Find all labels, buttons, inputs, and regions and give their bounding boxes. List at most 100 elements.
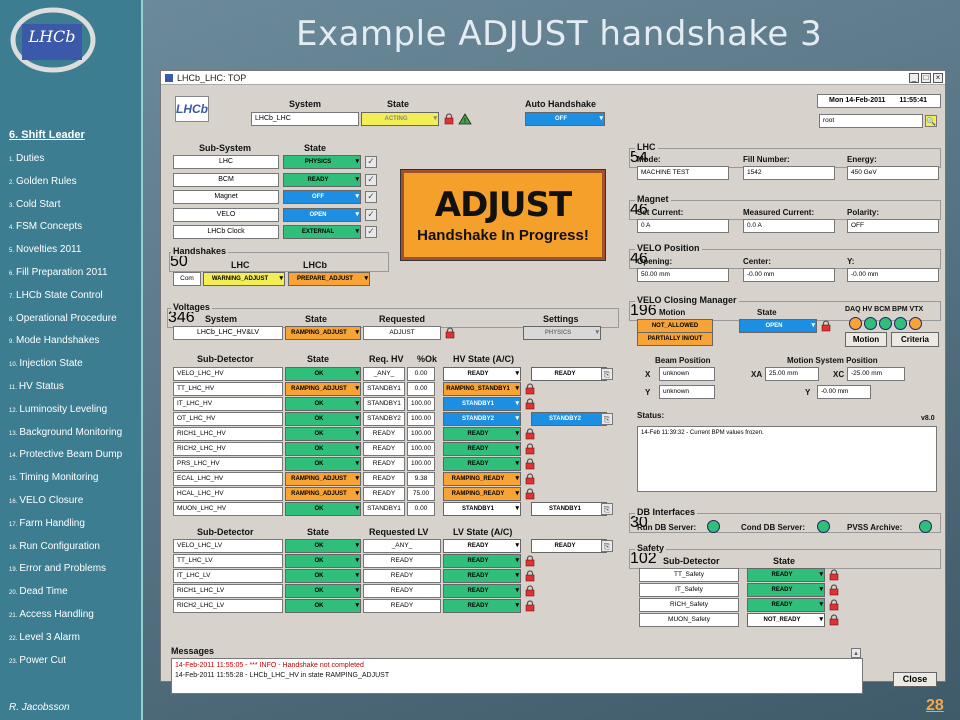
- hv-state-a-dropdown[interactable]: RAMPING_STANDBY1: [443, 382, 521, 396]
- lock-icon[interactable]: [829, 569, 839, 581]
- hv-state-dropdown[interactable]: OK: [285, 412, 361, 426]
- hv-state-a-dropdown[interactable]: RAMPING_READY: [443, 487, 521, 501]
- hv-state-dropdown[interactable]: OK: [285, 397, 361, 411]
- lv-state-dropdown[interactable]: OK: [285, 554, 361, 568]
- hv-state-dropdown[interactable]: RAMPING_ADJUST: [285, 382, 361, 396]
- hv-state-dropdown[interactable]: OK: [285, 457, 361, 471]
- lv-state-a-dropdown[interactable]: READY: [443, 584, 521, 598]
- lv-state-dropdown[interactable]: OK: [285, 539, 361, 553]
- subsystem-state-dropdown[interactable]: PHYSICS: [283, 155, 361, 169]
- nav-item[interactable]: 15. Timing Monitoring: [9, 472, 98, 483]
- hv-state-dropdown[interactable]: RAMPING_ADJUST: [285, 487, 361, 501]
- system-state-dropdown[interactable]: ACTING: [361, 112, 439, 126]
- safety-state-dropdown[interactable]: NOT_READY: [747, 613, 825, 627]
- nav-item[interactable]: 5. Novelties 2011: [9, 244, 81, 255]
- nav-item[interactable]: 14. Protective Beam Dump: [9, 449, 122, 460]
- lv-state-a-dropdown[interactable]: READY: [443, 569, 521, 583]
- hv-state-c-dropdown[interactable]: STANDBY2: [531, 412, 607, 426]
- nav-item[interactable]: 23. Power Cut: [9, 655, 66, 666]
- nav-item[interactable]: 1. Duties: [9, 153, 44, 164]
- lock-icon[interactable]: [829, 599, 839, 611]
- check-icon[interactable]: ✓: [365, 156, 377, 168]
- lock-icon[interactable]: [829, 614, 839, 626]
- nav-item[interactable]: 3. Cold Start: [9, 199, 60, 210]
- safety-state-dropdown[interactable]: READY: [747, 583, 825, 597]
- volt-settings-dropdown[interactable]: PHYSICS: [523, 326, 601, 340]
- nav-item[interactable]: 11. HV Status: [9, 381, 64, 392]
- hv-state-dropdown[interactable]: OK: [285, 427, 361, 441]
- lv-state-c-dropdown[interactable]: READY: [531, 539, 607, 553]
- hv-state-a-dropdown[interactable]: STANDBY2: [443, 412, 521, 426]
- nav-item[interactable]: 9. Mode Handshakes: [9, 335, 99, 346]
- lock-icon[interactable]: [525, 488, 535, 500]
- search-icon[interactable]: 🔍: [925, 115, 937, 127]
- check-icon[interactable]: ✓: [365, 191, 377, 203]
- lock-icon[interactable]: [525, 458, 535, 470]
- check-icon[interactable]: ✓: [365, 208, 377, 221]
- hv-state-c-dropdown[interactable]: READY: [531, 367, 607, 381]
- hv-state-c-dropdown[interactable]: STANDBY1: [531, 502, 607, 516]
- nav-item[interactable]: 6. Fill Preparation 2011: [9, 267, 108, 278]
- lock-icon[interactable]: [525, 383, 535, 395]
- vcm-criteria-button[interactable]: Criteria: [891, 332, 939, 347]
- maximize-button[interactable]: □: [921, 72, 931, 83]
- nav-item[interactable]: 12. Luminosity Leveling: [9, 404, 107, 415]
- lv-state-a-dropdown[interactable]: READY: [443, 599, 521, 613]
- lock-icon[interactable]: [525, 398, 535, 410]
- nav-item[interactable]: 4. FSM Concepts: [9, 221, 82, 232]
- hv-state-a-dropdown[interactable]: STANDBY1: [443, 502, 521, 516]
- panel-open-icon[interactable]: ⎘: [601, 413, 613, 425]
- hv-state-a-dropdown[interactable]: READY: [443, 367, 521, 381]
- messages-box[interactable]: 14-Feb-2011 11:55:05 - *** INFO - Handsh…: [171, 658, 863, 694]
- hv-state-a-dropdown[interactable]: READY: [443, 442, 521, 456]
- hv-state-a-dropdown[interactable]: READY: [443, 457, 521, 471]
- lock-icon[interactable]: [525, 570, 535, 582]
- check-icon[interactable]: ✓: [365, 173, 377, 186]
- nav-item[interactable]: 18. Run Configuration: [9, 541, 100, 552]
- close-window-button[interactable]: ×: [933, 72, 943, 83]
- lv-state-dropdown[interactable]: OK: [285, 584, 361, 598]
- nav-item[interactable]: 13. Background Monitoring: [9, 427, 122, 438]
- hv-state-a-dropdown[interactable]: RAMPING_READY: [443, 472, 521, 486]
- nav-item[interactable]: 17. Farm Handling: [9, 518, 85, 529]
- subsystem-state-dropdown[interactable]: READY: [283, 172, 361, 187]
- nav-item[interactable]: 8. Operational Procedure: [9, 313, 117, 324]
- lock-icon[interactable]: [445, 327, 455, 339]
- lock-icon[interactable]: [821, 320, 831, 332]
- safety-state-dropdown[interactable]: READY: [747, 598, 825, 612]
- panel-open-icon[interactable]: ⎘: [601, 540, 613, 552]
- lv-state-a-dropdown[interactable]: READY: [443, 539, 521, 553]
- handshake-lhc-dropdown[interactable]: WARNING_ADJUST: [203, 272, 285, 286]
- nav-item[interactable]: 16. VELO Closure: [9, 495, 83, 506]
- nav-item[interactable]: 7. LHCb State Control: [9, 290, 103, 301]
- vcm-motion-button[interactable]: Motion: [845, 332, 887, 347]
- lock-icon[interactable]: [525, 600, 535, 612]
- vcm-state-dropdown[interactable]: OPEN: [739, 319, 817, 333]
- panel-open-icon[interactable]: ⎘: [601, 368, 613, 380]
- close-button[interactable]: Close: [893, 672, 937, 687]
- subsystem-state-dropdown[interactable]: EXTERNAL: [283, 225, 361, 239]
- nav-item[interactable]: 22. Level 3 Alarm: [9, 632, 80, 643]
- panel-open-icon[interactable]: ⎘: [601, 503, 613, 515]
- lock-icon[interactable]: [525, 443, 535, 455]
- handshake-lhcb-dropdown[interactable]: PREPARE_ADJUST: [288, 272, 370, 286]
- subsystem-state-dropdown[interactable]: OPEN: [283, 207, 361, 222]
- nav-item[interactable]: 19. Error and Problems: [9, 563, 106, 574]
- lv-state-dropdown[interactable]: OK: [285, 569, 361, 583]
- hv-state-dropdown[interactable]: OK: [285, 502, 361, 516]
- minimize-button[interactable]: _: [909, 72, 919, 83]
- lv-state-a-dropdown[interactable]: READY: [443, 554, 521, 568]
- hv-state-a-dropdown[interactable]: READY: [443, 427, 521, 441]
- scroll-up-icon[interactable]: ▴: [851, 648, 861, 658]
- lock-icon[interactable]: [525, 473, 535, 485]
- lv-state-dropdown[interactable]: OK: [285, 599, 361, 613]
- check-icon[interactable]: ✓: [365, 226, 377, 238]
- nav-item[interactable]: 2. Golden Rules: [9, 176, 77, 187]
- nav-item[interactable]: 20. Dead Time: [9, 586, 68, 597]
- nav-item[interactable]: 10. Injection State: [9, 358, 83, 369]
- volt-state-dropdown[interactable]: RAMPING_ADJUST: [285, 326, 361, 340]
- warning-icon[interactable]: !: [458, 113, 472, 125]
- lock-icon[interactable]: [525, 585, 535, 597]
- lock-icon[interactable]: [829, 584, 839, 596]
- nav-item[interactable]: 21. Access Handling: [9, 609, 94, 620]
